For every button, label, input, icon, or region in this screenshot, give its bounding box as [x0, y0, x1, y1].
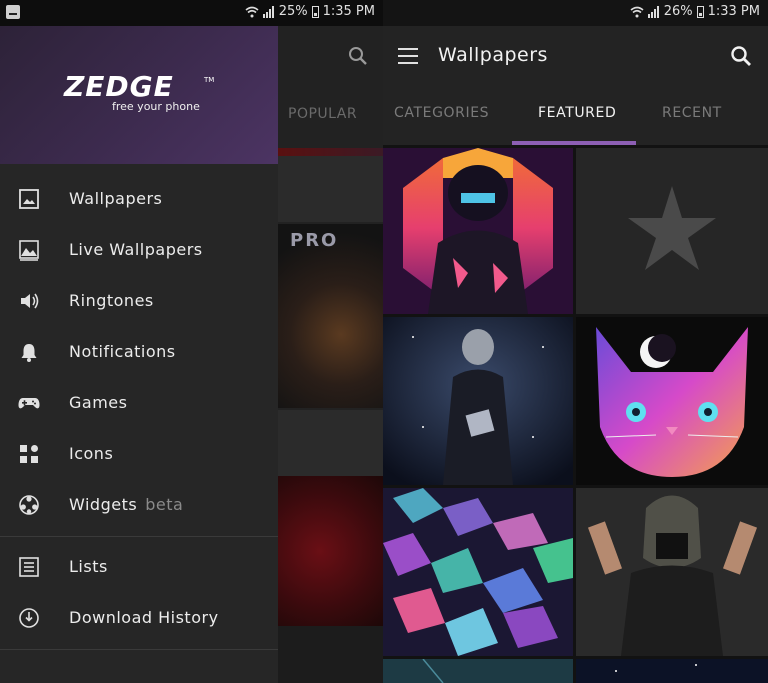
wifi-icon — [245, 6, 259, 17]
menu-item-icons[interactable]: Icons — [0, 429, 278, 480]
wallpaper-grid — [383, 148, 768, 683]
wifi-icon — [630, 6, 644, 17]
tab-featured[interactable]: FEATURED — [538, 105, 616, 121]
tab-bar: CATEGORIES FEATURED RECENT — [383, 88, 768, 145]
wallpaper-tile[interactable] — [383, 659, 573, 683]
drawer-header: ZEDGE TM free your phone — [0, 26, 278, 164]
app-toolbar: Wallpapers — [383, 26, 768, 88]
wallpaper-tile[interactable] — [576, 488, 768, 656]
logo-wordmark: ZEDGE — [64, 70, 174, 103]
menu-item-widgets[interactable]: Widgets beta — [0, 480, 278, 531]
battery-icon — [311, 5, 319, 18]
wallpaper-tile[interactable] — [383, 148, 573, 314]
grid-icon — [20, 445, 38, 463]
active-tab-indicator — [512, 141, 636, 145]
bell-icon — [21, 344, 37, 362]
wallpaper-thumb — [278, 476, 383, 626]
thumb-text: PRO — [290, 230, 339, 251]
wallpaper-tile[interactable] — [383, 317, 573, 485]
status-indicators: 26% 1:33 PM — [630, 4, 760, 19]
menu-item-games[interactable]: Games — [0, 378, 278, 429]
wallpaper-tile[interactable] — [576, 659, 768, 683]
menu-divider — [0, 649, 278, 650]
menu-divider — [0, 536, 278, 537]
logo-trademark: TM — [204, 76, 215, 84]
list-icon — [19, 557, 39, 577]
beta-badge: beta — [145, 495, 184, 514]
wallpaper-thumb — [278, 410, 383, 476]
menu-item-lists[interactable]: Lists — [0, 542, 278, 593]
left-screen: 25% 1:35 PM POPULAR PRO ZEDGE TM free yo… — [0, 0, 383, 683]
battery-percent: 26% — [663, 4, 693, 19]
widget-icon — [19, 495, 39, 515]
menu-item-live-wallpapers[interactable]: Live Wallpapers — [0, 225, 278, 276]
search-icon[interactable] — [730, 45, 752, 67]
signal-icon — [262, 5, 274, 18]
tab-popular: POPULAR — [288, 106, 358, 122]
status-indicators: 25% 1:35 PM — [245, 4, 375, 19]
tab-recent[interactable]: RECENT — [662, 105, 722, 121]
menu-label: Download History — [69, 608, 219, 627]
menu-label: Ringtones — [69, 291, 154, 310]
page-title: Wallpapers — [438, 44, 548, 66]
menu-label: Icons — [69, 444, 114, 463]
wallpaper-tile[interactable] — [383, 488, 573, 656]
wallpaper-thumb — [278, 148, 383, 156]
menu-label: Wallpapers — [69, 189, 163, 208]
logo-tagline: free your phone — [112, 100, 200, 113]
wallpaper-thumb — [278, 156, 383, 222]
battery-percent: 25% — [278, 4, 308, 19]
wallpaper-thumb: PRO — [278, 224, 383, 408]
speaker-icon — [21, 293, 39, 309]
menu-label: Games — [69, 393, 128, 412]
image-icon — [19, 189, 39, 209]
status-bar: 25% 1:35 PM — [0, 0, 383, 26]
wallpaper-thumb — [278, 626, 383, 683]
tab-categories[interactable]: CATEGORIES — [394, 105, 489, 121]
menu-label: Notifications — [69, 342, 176, 361]
drawer-menu: Wallpapers Live Wallpapers Ringtones Not… — [0, 174, 278, 655]
search-icon — [349, 47, 367, 65]
history-icon — [19, 608, 39, 628]
battery-icon — [696, 5, 704, 18]
menu-label: Live Wallpapers — [69, 240, 203, 259]
right-screen: 26% 1:33 PM Wallpapers CATEGORIES FEATUR… — [383, 0, 768, 683]
menu-item-notifications[interactable]: Notifications — [0, 327, 278, 378]
navigation-drawer: ZEDGE TM free your phone Wallpapers Live… — [0, 26, 278, 683]
menu-icon[interactable] — [398, 48, 418, 64]
menu-label: Widgets beta — [69, 495, 183, 514]
background-app-content: POPULAR PRO — [278, 26, 383, 683]
menu-item-wallpapers[interactable]: Wallpapers — [0, 174, 278, 225]
notification-icon — [6, 5, 20, 19]
menu-item-ringtones[interactable]: Ringtones — [0, 276, 278, 327]
clock: 1:33 PM — [707, 4, 760, 19]
wallpaper-tile[interactable] — [576, 317, 768, 485]
status-bar: 26% 1:33 PM — [383, 0, 768, 26]
menu-label-text: Widgets — [69, 495, 138, 514]
landscape-icon — [19, 240, 39, 261]
menu-item-download-history[interactable]: Download History — [0, 593, 278, 644]
zedge-logo: ZEDGE TM free your phone — [64, 70, 215, 114]
signal-icon — [647, 5, 659, 18]
menu-label: Lists — [69, 557, 108, 576]
clock: 1:35 PM — [322, 4, 375, 19]
gamepad-icon — [18, 398, 40, 409]
wallpaper-tile[interactable] — [576, 148, 768, 314]
